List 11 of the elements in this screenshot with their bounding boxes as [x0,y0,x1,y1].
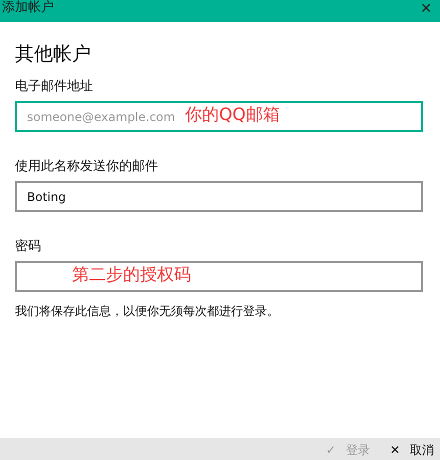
heading: 其他帐户 [15,42,92,67]
input-field[interactable] [15,261,423,292]
field-label: 使用此名称发送你的邮件 [15,158,159,176]
field-label: 密码 [15,238,42,256]
info-text: 我们将保存此信息，以便你无须每次都进行登录。 [15,303,280,320]
dialog-button[interactable]: ✕ 取消 [390,442,434,458]
field-label: 电子邮件地址 [15,78,94,96]
close-button[interactable]: ✕ [420,2,432,16]
input-field[interactable]: Boting [15,181,423,212]
annotation-text: 你的QQ邮箱 [185,104,280,127]
annotation-text: 第二步的授权码 [72,264,191,287]
